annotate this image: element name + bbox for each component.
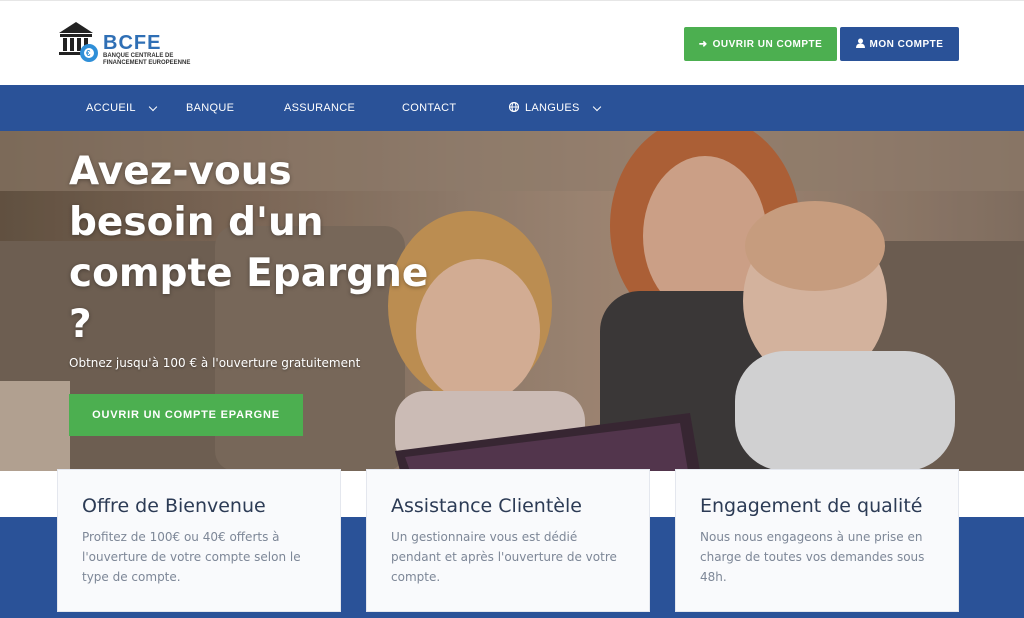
nav-item-label: BANQUE xyxy=(186,102,235,114)
user-icon xyxy=(855,38,865,51)
globe-icon xyxy=(508,101,520,115)
open-account-label: OUVRIR UN COMPTE xyxy=(712,38,823,50)
nav-item-label: LANGUES xyxy=(525,102,580,114)
open-account-button[interactable]: ➜ OUVRIR UN COMPTE xyxy=(684,27,837,61)
feature-card-quality-commitment: Engagement de qualité Nous nous engageon… xyxy=(675,469,959,612)
main-nav: ACCUEIL BANQUE ASSURANCE CONTACT LANGUES xyxy=(0,85,1024,131)
brand-logo[interactable]: € BCFE BANQUE CENTRALE DE FINANCEMENT EU… xyxy=(57,19,197,69)
my-account-button[interactable]: MON COMPTE xyxy=(840,27,959,61)
brand-subtitle: BANQUE CENTRALE DE FINANCEMENT EUROPEENN… xyxy=(103,53,191,66)
sign-in-icon: ➜ xyxy=(698,38,708,50)
svg-text:€: € xyxy=(86,49,91,58)
nav-item-label: CONTACT xyxy=(402,102,457,114)
card-title: Engagement de qualité xyxy=(700,495,923,517)
hero-subtitle: Obtnez jusqu'à 100 € à l'ouverture gratu… xyxy=(69,356,361,370)
card-text: Nous nous engageons à une prise en charg… xyxy=(700,530,925,584)
nav-item-assurance[interactable]: ASSURANCE xyxy=(284,85,355,131)
hero-title: Avez-vous besoin d'un compte Epargne ? xyxy=(69,149,429,347)
nav-item-accueil[interactable]: ACCUEIL xyxy=(86,85,158,131)
feature-card-customer-support: Assistance Clientèle Un gestionnaire vou… xyxy=(366,469,650,612)
nav-item-langues[interactable]: LANGUES xyxy=(508,85,601,131)
nav-item-contact[interactable]: CONTACT xyxy=(402,85,456,131)
nav-item-label: ASSURANCE xyxy=(284,102,356,114)
open-savings-account-button[interactable]: OUVRIR UN COMPTE EPARGNE xyxy=(69,394,303,436)
card-text: Profitez de 100€ ou 40€ offerts à l'ouve… xyxy=(82,530,301,584)
card-title: Assistance Clientèle xyxy=(391,495,582,517)
feature-card-welcome-offer: Offre de Bienvenue Profitez de 100€ ou 4… xyxy=(57,469,341,612)
site-header: € BCFE BANQUE CENTRALE DE FINANCEMENT EU… xyxy=(0,0,1024,85)
nav-item-label: ACCUEIL xyxy=(86,102,136,114)
chevron-down-icon xyxy=(592,102,601,111)
chevron-down-icon xyxy=(148,102,158,111)
nav-item-banque[interactable]: BANQUE xyxy=(186,85,234,131)
bank-building-icon: € xyxy=(59,22,98,62)
card-title: Offre de Bienvenue xyxy=(82,495,266,517)
my-account-label: MON COMPTE xyxy=(869,38,944,50)
card-text: Un gestionnaire vous est dédié pendant e… xyxy=(391,530,617,584)
brand-name: BCFE xyxy=(103,32,162,54)
